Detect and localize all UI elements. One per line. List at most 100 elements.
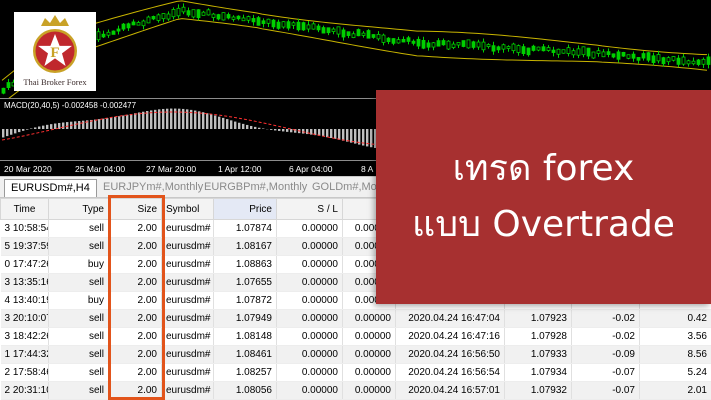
- cell-swap: -0.07: [571, 381, 640, 400]
- macd-bar: [114, 116, 117, 129]
- candle: [576, 48, 581, 56]
- cell-size: 2.00: [108, 327, 162, 346]
- cell-tp: 0.00000: [342, 381, 396, 400]
- candle: [541, 46, 546, 52]
- candle: [441, 40, 446, 46]
- macd-bar: [202, 112, 205, 129]
- candle: [551, 49, 556, 53]
- cell-sl: 0.00000: [276, 237, 343, 256]
- candle: [686, 60, 691, 65]
- cell-tp: 0.00000: [342, 327, 396, 346]
- cell-type: sell: [48, 309, 109, 328]
- candle: [486, 44, 491, 47]
- candle: [406, 37, 411, 42]
- candle: [291, 22, 296, 26]
- macd-bar: [274, 129, 277, 131]
- candle: [351, 33, 356, 38]
- table-row[interactable]: 1 17:44:32 sell 2.00 eurusdm# 1.08461 0.00000…: [0, 345, 711, 364]
- tab-eurusdm-h4[interactable]: EURUSDm#,H4: [4, 179, 97, 197]
- cell-type: sell: [48, 273, 109, 292]
- time-label: 20 Mar 2020: [4, 164, 52, 174]
- column-header-sl[interactable]: S / L: [276, 198, 343, 220]
- cell-close-time: 2020.04.24 16:57:01: [395, 381, 505, 400]
- candle: [466, 39, 471, 49]
- macd-bar: [330, 129, 333, 139]
- candle: [206, 9, 211, 16]
- macd-bar: [130, 113, 133, 129]
- cell-price: 1.07655: [213, 273, 277, 292]
- candle: [176, 7, 181, 17]
- macd-bar: [98, 119, 101, 129]
- macd-bar: [10, 129, 13, 135]
- time-label: 8 A: [361, 164, 374, 174]
- macd-bar: [110, 117, 113, 129]
- candle: [626, 54, 631, 59]
- candle: [436, 40, 441, 47]
- candle: [506, 46, 511, 49]
- column-header-price[interactable]: Price: [213, 198, 277, 220]
- macd-bar: [46, 124, 49, 129]
- tab-eurgbpm-monthly[interactable]: EURGBPm#,Monthly: [198, 179, 313, 197]
- cell-size: 2.00: [108, 291, 162, 310]
- cell-size: 2.00: [108, 255, 162, 274]
- macd-bar: [78, 121, 81, 129]
- candle: [221, 12, 226, 21]
- macd-bar: [326, 129, 329, 138]
- cell-close-time: 2020.04.24 16:47:16: [395, 327, 505, 346]
- candle: [266, 18, 271, 24]
- candle: [286, 21, 291, 29]
- cell-time: 3 13:35:16: [0, 273, 49, 292]
- candle: [401, 38, 406, 43]
- cell-sl: 0.00000: [276, 309, 343, 328]
- candle: [391, 38, 396, 44]
- table-row[interactable]: 3 18:42:26 sell 2.00 eurusdm# 1.08148 0.00000…: [0, 327, 711, 346]
- overtrade-banner: เทรด forex แบบ Overtrade: [376, 90, 711, 304]
- macd-bar: [258, 127, 261, 129]
- candle: [616, 51, 621, 60]
- macd-bar: [18, 129, 21, 133]
- cell-price: 1.08056: [213, 381, 277, 400]
- macd-bar: [250, 125, 253, 129]
- candle: [676, 57, 681, 65]
- candle: [136, 22, 141, 26]
- time-label: 27 Mar 20:00: [146, 164, 197, 174]
- cell-price: 1.08148: [213, 327, 277, 346]
- column-header-time[interactable]: Time: [0, 198, 49, 220]
- tab-eurjpym-monthly[interactable]: EURJPYm#,Monthly: [97, 179, 209, 197]
- table-row[interactable]: 3 20:10:07 sell 2.00 eurusdm# 1.07949 0.00000…: [0, 309, 711, 328]
- candle: [261, 20, 266, 24]
- candle: [311, 23, 316, 30]
- candle: [331, 28, 336, 32]
- table-row[interactable]: 2 17:58:46 sell 2.00 eurusdm# 1.08257 0.00000…: [0, 363, 711, 382]
- candle: [416, 38, 421, 47]
- cell-sl: 0.00000: [276, 345, 343, 364]
- macd-bar: [198, 111, 201, 129]
- macd-bar: [282, 129, 285, 132]
- column-header-symbol[interactable]: Symbol: [161, 198, 214, 220]
- candle: [481, 41, 486, 51]
- cell-time: 3 10:58:54: [0, 219, 49, 238]
- cell-time: 2 20:31:10: [0, 381, 49, 400]
- column-header-size[interactable]: Size: [108, 198, 162, 220]
- lower-band-line: [8, 18, 708, 98]
- candle: [511, 43, 516, 52]
- macd-bar: [94, 119, 97, 129]
- cell-size: 2.00: [108, 273, 162, 292]
- candle: [131, 21, 136, 26]
- macd-bar: [234, 121, 237, 129]
- macd-bar: [30, 128, 33, 129]
- cell-sl: 0.00000: [276, 255, 343, 274]
- candle: [336, 26, 341, 35]
- cell-sl: 0.00000: [276, 273, 343, 292]
- table-row[interactable]: 2 20:31:10 sell 2.00 eurusdm# 1.08056 0.00000…: [0, 381, 711, 400]
- candle: [526, 47, 531, 56]
- candle: [501, 44, 506, 50]
- macd-bar: [34, 127, 37, 129]
- price-chart[interactable]: [0, 0, 711, 98]
- candle: [571, 50, 576, 56]
- column-header-type[interactable]: Type: [48, 198, 109, 220]
- cell-sl: 0.00000: [276, 381, 343, 400]
- candle: [531, 45, 536, 51]
- candle: [341, 29, 346, 38]
- cell-type: sell: [48, 219, 109, 238]
